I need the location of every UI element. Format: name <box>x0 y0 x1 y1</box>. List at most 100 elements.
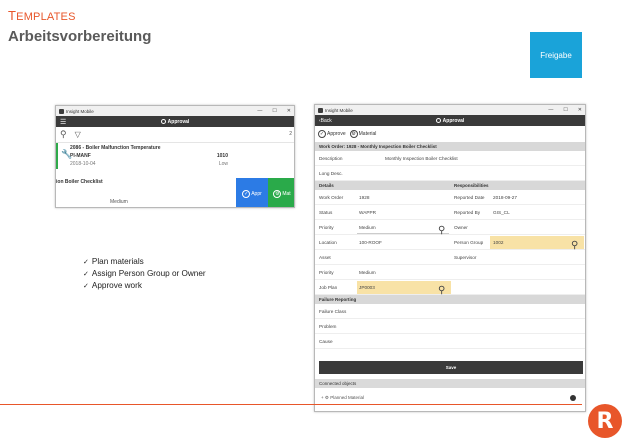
check-circle-icon <box>160 118 166 124</box>
problem-field[interactable]: Problem <box>315 319 585 334</box>
search-icon[interactable]: ⚲ <box>438 285 445 296</box>
description-value: Monthly Inspection Boiler Checklist <box>385 156 458 161</box>
details-header-label: Details <box>319 183 334 188</box>
freigabe-button[interactable]: Freigabe <box>530 32 582 78</box>
location-label: Location <box>319 240 337 245</box>
window-app-name: Insight Mobile <box>325 107 353 113</box>
job-plan-label: Job Plan <box>319 285 338 290</box>
maximize-button[interactable]: ☐ <box>272 108 276 114</box>
problem-label: Problem <box>319 324 337 329</box>
minimize-button[interactable]: — <box>257 108 262 114</box>
kicker-initial: T <box>8 8 17 23</box>
close-button[interactable]: ✕ <box>578 107 582 113</box>
material-swipe-button[interactable]: ⚙ Mat <box>268 178 294 207</box>
row-job-plan: Job Plan JP0003 ⚲ <box>315 280 585 296</box>
footer-divider <box>0 404 582 405</box>
item-location: PI-MANF <box>70 153 91 159</box>
person-group-input[interactable] <box>490 236 584 249</box>
approval-detail-window: Insight Mobile — ☐ ✕ ‹Back Approval ✓ App… <box>314 104 586 412</box>
gear-icon: ⚙ <box>324 395 329 400</box>
owner-label: Owner <box>454 225 468 230</box>
mobile-list-window: Insight Mobile — ☐ ✕ ☰ Approval ⚲ ▽ 2 🔧 … <box>55 105 295 208</box>
row-work-order: Work Order 1928 Reported Date 2018-09-27 <box>315 190 585 205</box>
checklist-item: Plan materials <box>83 256 206 268</box>
long-desc-field[interactable]: Long Desc. <box>315 166 585 181</box>
minimize-button[interactable]: — <box>548 107 553 113</box>
job-plan-value: JP0003 <box>359 285 375 290</box>
list-item[interactable]: 🔧 2086 - Boiler Malfunction Temperature … <box>56 143 294 169</box>
work-order-value: 1928 <box>359 195 370 200</box>
window-titlebar: Insight Mobile — ☐ ✕ <box>315 105 585 115</box>
failure-reporting-header: Failure Reporting <box>315 295 585 304</box>
app-header: ☰ Approval <box>56 116 294 127</box>
row-status: Status WAPPR Reported By GIS_CL <box>315 205 585 220</box>
app-logo-icon <box>318 107 323 113</box>
save-button[interactable]: Save <box>319 361 583 374</box>
company-logo: R <box>588 404 622 438</box>
failure-class-label: Failure Class <box>319 309 347 314</box>
close-button[interactable]: ✕ <box>287 108 291 114</box>
item-checklist-title: ion Boiler Checklist <box>56 179 103 185</box>
page-title: Arbeitsvorbereitung <box>8 28 152 45</box>
maximize-button[interactable]: ☐ <box>563 107 567 113</box>
supervisor-label: Supervisor <box>454 255 477 260</box>
section-kicker: TEMPLATES <box>8 8 76 23</box>
item-title: 2086 - Boiler Malfunction Temperature <box>70 145 161 151</box>
window-titlebar: Insight Mobile — ☐ ✕ <box>56 106 294 116</box>
filter-icon[interactable]: ▽ <box>75 130 81 139</box>
checklist: Plan materials Assign Person Group or Ow… <box>83 256 206 292</box>
material-action[interactable]: ⚙ Material <box>349 130 376 138</box>
cause-field[interactable]: Cause <box>315 334 585 349</box>
app-logo-icon <box>59 108 64 114</box>
location-value: 100-ROOF <box>359 240 382 245</box>
gear-icon: ⚙ <box>273 189 282 198</box>
check-circle-icon <box>435 117 441 123</box>
reported-by-value: GIS_CL <box>493 210 510 215</box>
row-priority: Priority Medium ⚲ Owner <box>315 220 585 236</box>
reported-date-value: 2018-09-27 <box>493 195 517 200</box>
checklist-item: Approve work <box>83 280 206 292</box>
approve-action[interactable]: ✓ Approve <box>318 130 346 138</box>
item-priority: Low <box>218 161 228 167</box>
responsibilities-header-label: Responsibilities <box>454 183 489 188</box>
description-field: Description Monthly Inspection Boiler Ch… <box>315 151 585 166</box>
add-icon[interactable]: + <box>321 395 324 400</box>
approve-label: Approve <box>327 131 346 137</box>
approve-swipe-label: Appr <box>251 190 262 197</box>
priority-value: Medium <box>359 225 376 230</box>
status-label: Status <box>319 210 333 215</box>
reported-by-label: Reported By <box>454 210 481 215</box>
kicker-rest: EMPLATES <box>16 11 76 23</box>
material-swipe-label: Mat <box>282 190 291 197</box>
row-asset: Asset Supervisor <box>315 250 585 265</box>
status-value: WAPPR <box>359 210 377 215</box>
approve-swipe-button[interactable]: ✓ Appr <box>236 178 268 207</box>
priority-2-value: Medium <box>359 270 376 275</box>
person-group-label: Person Group <box>454 240 484 245</box>
check-circle-icon: ✓ <box>242 189 251 198</box>
reported-date-label: Reported Date <box>454 195 485 200</box>
person-group-value: 1002 <box>493 240 504 245</box>
appbar-title: Approval <box>442 117 465 124</box>
priority-2-label: Priority <box>319 270 334 275</box>
count-badge <box>570 395 576 401</box>
item-code: 1010 <box>216 153 228 159</box>
window-app-name: Insight Mobile <box>66 108 94 114</box>
work-order-label: Work Order <box>319 195 344 200</box>
asset-label: Asset <box>319 255 331 260</box>
app-header: ‹Back Approval <box>315 115 585 126</box>
checklist-item: Assign Person Group or Owner <box>83 268 206 280</box>
details-header: Details Responsibilities <box>315 181 585 190</box>
work-order-header: Work Order: 1928 - Monthly Inspection Bo… <box>315 142 585 151</box>
row-priority-2: Priority Medium <box>315 265 585 280</box>
failure-class-field[interactable]: Failure Class <box>315 304 585 319</box>
item-priority-medium: Medium <box>110 199 128 205</box>
toolbar: ⚲ ▽ 2 <box>56 127 294 143</box>
wrench-icon: 🔧 <box>61 149 73 159</box>
description-label: Description <box>319 156 343 161</box>
planned-material-row[interactable]: + ⚙ Planned Material <box>315 393 585 403</box>
row-location: Location 100-ROOF Person Group 1002 ⚲ <box>315 235 585 251</box>
search-icon[interactable]: ⚲ <box>60 129 67 140</box>
gear-icon: ⚙ <box>349 130 358 138</box>
result-count: 2 <box>289 131 292 137</box>
